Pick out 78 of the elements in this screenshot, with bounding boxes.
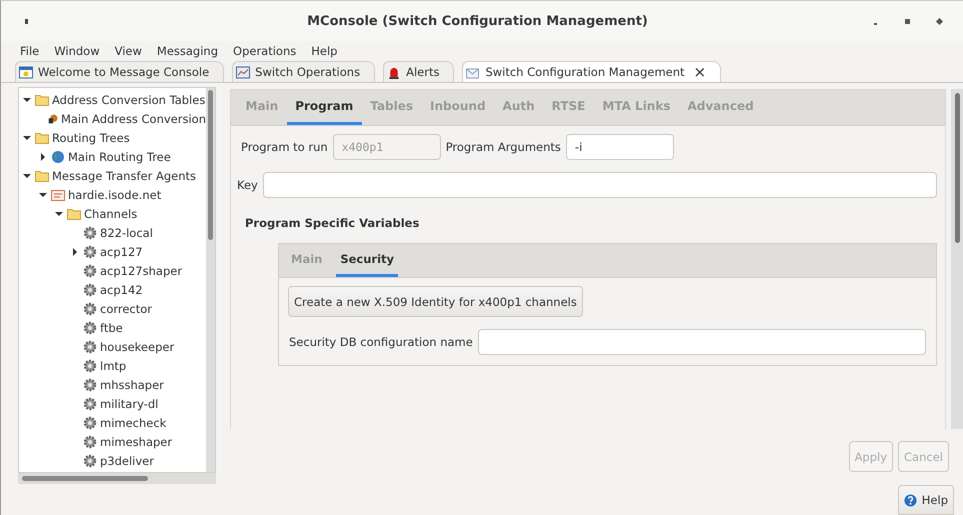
tree-item[interactable]: Main Routing Tree [68, 150, 171, 164]
gear-icon [83, 358, 97, 372]
tree-item[interactable]: 822-local [100, 226, 153, 240]
create-identity-button[interactable]: Create a new X.509 Identity for x400p1 channels [288, 286, 583, 317]
gear-icon [83, 264, 97, 278]
folder-icon [67, 206, 81, 220]
window-title: MConsole (Switch Configuration Management) [306, 14, 648, 28]
field-label: Security DB configuration name [289, 335, 473, 349]
chart-window-icon [236, 66, 250, 78]
tree-item[interactable]: Channels [84, 206, 138, 220]
help-icon [904, 494, 917, 506]
collapse-arrow-icon[interactable] [23, 96, 31, 104]
menu-item[interactable]: Operations [233, 44, 296, 58]
document-tab[interactable]: Switch Operations [232, 61, 376, 82]
gear-icon [83, 302, 97, 316]
tree-item[interactable]: ftbe [100, 320, 123, 334]
mailbox-icon [51, 188, 65, 202]
siren-icon [387, 66, 402, 78]
tree-item[interactable]: mimecheck [100, 416, 166, 430]
window-icon [19, 66, 33, 78]
arguments-field[interactable]: -i [566, 134, 674, 160]
scrollbar-thumb[interactable] [208, 90, 213, 240]
gear-icon [83, 454, 97, 468]
scrollbar-thumb[interactable] [22, 476, 148, 481]
help-button[interactable]: Help [898, 485, 954, 515]
gear-icon [83, 378, 97, 392]
menu-item[interactable]: File [20, 44, 40, 58]
folder-icon [35, 130, 49, 144]
envelope-icon [466, 66, 480, 78]
menu-item[interactable]: Messaging [156, 44, 218, 58]
field-label: Program to run [241, 140, 328, 154]
section-heading: Program Specific Variables [245, 216, 420, 230]
folder-icon [35, 168, 49, 182]
gear-icon [83, 396, 97, 410]
collapse-arrow-icon[interactable] [55, 210, 63, 218]
tree-item[interactable]: Routing Trees [52, 130, 130, 144]
tree-item[interactable]: corrector [100, 302, 152, 316]
tree-item[interactable]: housekeeper [100, 340, 174, 354]
tree-item[interactable]: Main Address Conversion [60, 112, 206, 126]
tree-item[interactable]: lmtp [100, 358, 126, 372]
tree-item[interactable]: mhsshaper [100, 378, 164, 392]
menu-item[interactable]: Help [311, 44, 338, 58]
field-label: Program Arguments [446, 140, 561, 154]
tree-item[interactable]: acp127 [100, 244, 143, 258]
close-tab-button[interactable]: × [694, 63, 706, 81]
expand-arrow-icon[interactable] [71, 248, 79, 256]
document-tab[interactable]: Switch Configuration Management × [462, 61, 722, 82]
folder-icon [35, 92, 49, 106]
collapse-arrow-icon[interactable] [23, 172, 31, 180]
tree-item[interactable]: acp142 [100, 282, 143, 296]
tree-item[interactable]: p3deliver [100, 454, 154, 468]
collapse-arrow-icon[interactable] [39, 190, 47, 198]
document-tab[interactable]: Alerts [383, 61, 454, 82]
gear-icon [83, 282, 97, 296]
collapse-arrow-icon[interactable] [23, 134, 31, 142]
settings-tab[interactable]: Security [336, 244, 398, 277]
gear-icon [83, 434, 97, 448]
gear-icon [83, 226, 97, 240]
gear-icon [83, 416, 97, 430]
db-name-field[interactable] [478, 329, 926, 355]
menu-item[interactable]: View [114, 44, 142, 58]
key-field[interactable] [262, 172, 937, 198]
tree-item[interactable]: acp127shaper [100, 264, 182, 278]
tree-item[interactable]: military-dl [100, 396, 158, 410]
menu-item[interactable]: Window [54, 44, 100, 58]
tree-item[interactable]: Address Conversion Tables [52, 92, 206, 106]
gear-icon [83, 320, 97, 334]
gear-icon [83, 244, 97, 258]
tree-item[interactable]: hardie.isode.net [68, 188, 162, 202]
settings-tab[interactable]: Program [286, 90, 362, 125]
globe-icon [51, 150, 65, 164]
document-tab[interactable]: Welcome to Message Console [15, 61, 224, 82]
expand-arrow-icon[interactable] [39, 152, 47, 160]
tree-item[interactable]: mimeshaper [100, 434, 172, 448]
tree-item[interactable]: Message Transfer Agents [52, 168, 196, 182]
scrollbar-thumb[interactable] [954, 93, 960, 243]
field-label: Key [237, 178, 258, 192]
gear-icon [83, 340, 97, 354]
